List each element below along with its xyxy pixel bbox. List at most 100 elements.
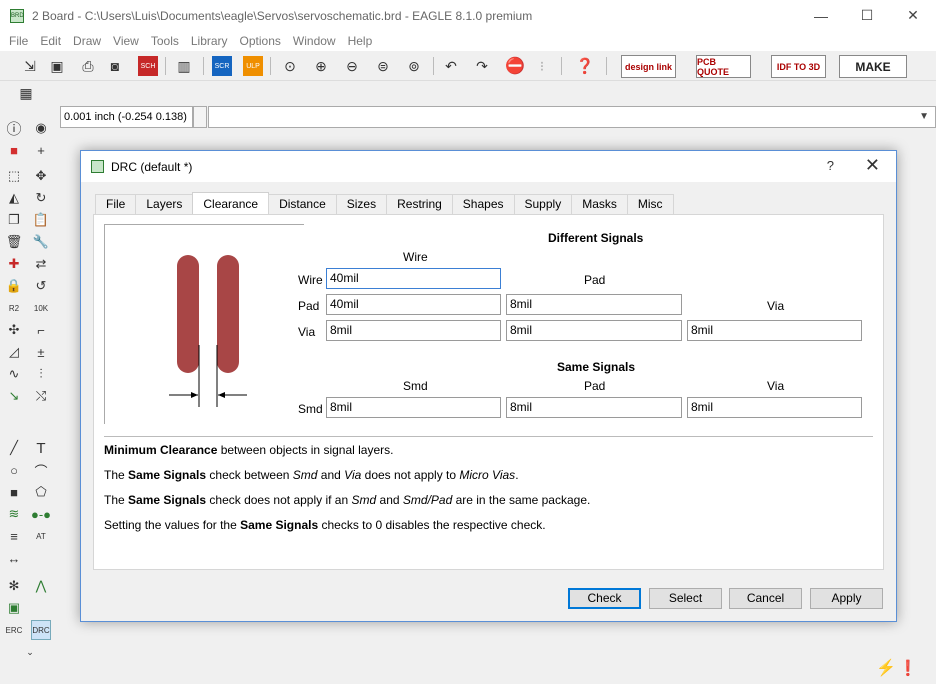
command-input[interactable]: ▼ — [208, 106, 936, 128]
menu-library[interactable]: Library — [186, 34, 233, 48]
tab-layers[interactable]: Layers — [135, 194, 194, 214]
menu-draw[interactable]: Draw — [68, 34, 106, 48]
warning-icon[interactable]: ❗ — [898, 658, 918, 678]
wire-icon[interactable]: ╱ — [4, 438, 24, 458]
smash-icon[interactable]: ✣ — [4, 320, 24, 340]
info-icon[interactable]: ⓘ — [4, 118, 24, 138]
copy-icon[interactable]: ❐ — [4, 210, 24, 230]
autorouter-icon[interactable]: ⤭ — [31, 386, 51, 406]
ripup-icon[interactable]: ± — [31, 342, 51, 362]
name-icon[interactable]: R2 — [4, 298, 24, 318]
circle-icon[interactable]: ○ — [4, 460, 24, 480]
split-icon[interactable]: ◿ — [4, 342, 24, 362]
meander-icon[interactable]: ∿ — [4, 364, 24, 384]
attribute-icon[interactable]: AT — [31, 526, 51, 546]
print-icon[interactable]: ⎙ — [78, 56, 98, 76]
wrench-icon[interactable]: 🔧 — [31, 232, 51, 252]
redo-icon[interactable]: ↷ — [472, 56, 492, 76]
tab-supply[interactable]: Supply — [513, 194, 573, 214]
menu-help[interactable]: Help — [343, 34, 378, 48]
value-icon[interactable]: 10K — [31, 298, 51, 318]
signal-icon[interactable]: ●‑● — [31, 504, 51, 524]
pad-wire-field[interactable]: 40mil — [326, 294, 501, 315]
menu-edit[interactable]: Edit — [35, 34, 66, 48]
hole-icon[interactable]: ≡ — [4, 526, 24, 546]
zoom-fit-icon[interactable]: ⊙ — [280, 56, 300, 76]
layer-icon[interactable]: ▣ — [4, 598, 24, 618]
maximize-button[interactable]: ☐ — [844, 0, 890, 31]
mark-icon[interactable]: + — [31, 140, 51, 160]
erc-icon[interactable]: ERC — [4, 620, 24, 640]
minimize-button[interactable]: — — [798, 0, 844, 31]
menu-file[interactable]: File — [4, 34, 33, 48]
dialog-help-button[interactable]: ? — [827, 158, 834, 173]
apply-button[interactable]: Apply — [810, 588, 883, 609]
autoroute-icon[interactable]: ⋀ — [31, 576, 51, 596]
show-icon[interactable]: ◉ — [31, 118, 51, 138]
check-button[interactable]: Check — [568, 588, 641, 609]
rectangle-icon[interactable]: ■ — [4, 482, 24, 502]
idf-to-3d-button[interactable]: IDF TO 3D — [771, 55, 826, 78]
menu-tools[interactable]: Tools — [146, 34, 184, 48]
zoom-select-icon[interactable]: ⊚ — [404, 56, 424, 76]
cam-icon[interactable]: ◙ — [105, 56, 125, 76]
horizontal-scrollbar[interactable] — [60, 637, 936, 654]
sch-brd-switch-icon[interactable]: SCH — [138, 56, 158, 76]
drc-icon[interactable]: DRC — [31, 620, 51, 640]
move-icon[interactable]: ✥ — [31, 166, 51, 186]
chevron-down-icon[interactable]: ▼ — [919, 111, 929, 122]
library-icon[interactable]: ▥ — [174, 56, 194, 76]
tab-sizes[interactable]: Sizes — [335, 194, 388, 214]
route-diff-icon[interactable]: ⫶ — [31, 364, 51, 384]
menu-options[interactable]: Options — [235, 34, 286, 48]
arc-icon[interactable]: ⌒ — [31, 460, 51, 480]
pad-pad-field[interactable]: 8mil — [506, 294, 682, 315]
zoom-out-icon[interactable]: ⊖ — [342, 56, 362, 76]
wire-wire-field[interactable]: 40mil — [326, 268, 501, 289]
select-button[interactable]: Select — [649, 588, 722, 609]
ratsnest-icon[interactable]: ✻ — [4, 576, 24, 596]
tab-clearance[interactable]: Clearance — [192, 192, 270, 214]
help-icon[interactable]: ❓ — [575, 56, 595, 76]
save-icon[interactable]: ▣ — [47, 56, 67, 76]
smd-via-field[interactable]: 8mil — [687, 397, 862, 418]
tab-file[interactable]: File — [95, 194, 137, 214]
via-pad-field[interactable]: 8mil — [506, 320, 682, 341]
script-icon[interactable]: SCR — [212, 56, 232, 76]
ulp-icon[interactable]: ULP — [243, 56, 263, 76]
text-icon[interactable]: T — [31, 438, 51, 458]
via-via-field[interactable]: 8mil — [687, 320, 862, 341]
menu-window[interactable]: Window — [288, 34, 341, 48]
replace-icon[interactable]: ⇄ — [31, 254, 51, 274]
design-link-button[interactable]: design link — [621, 55, 676, 78]
rotate-icon[interactable]: ↻ — [31, 188, 51, 208]
via-wire-field[interactable]: 8mil — [326, 320, 501, 341]
smd-smd-field[interactable]: 8mil — [326, 397, 501, 418]
add-icon[interactable]: ✚ — [4, 254, 24, 274]
via-icon[interactable]: ≋ — [4, 504, 24, 524]
zoom-in-icon[interactable]: ⊕ — [311, 56, 331, 76]
cancel-button[interactable]: Cancel — [729, 588, 802, 609]
pcb-quote-button[interactable]: PCB QUOTE — [696, 55, 751, 78]
tab-masks[interactable]: Masks — [571, 194, 628, 214]
optimize-icon[interactable]: ↺ — [31, 276, 51, 296]
miter-icon[interactable]: ⌐ — [31, 320, 51, 340]
route-icon[interactable]: ↘ — [4, 386, 24, 406]
paste-icon[interactable]: 📋 — [31, 210, 51, 230]
tab-restring[interactable]: Restring — [386, 194, 453, 214]
menu-view[interactable]: View — [108, 34, 144, 48]
smd-pad-field[interactable]: 8mil — [506, 397, 682, 418]
lightning-icon[interactable]: ⚡ — [876, 658, 896, 678]
dialog-close-button[interactable]: ✕ — [865, 155, 880, 176]
go-icon[interactable]: ⁝ — [532, 56, 552, 76]
dimension-icon[interactable]: ↔ — [4, 548, 24, 568]
make-button[interactable]: MAKE — [839, 55, 907, 78]
open-icon[interactable]: ⇲ — [20, 56, 40, 76]
group-icon[interactable]: ⬚ — [4, 166, 24, 186]
lock-icon[interactable]: 🔒 — [4, 276, 24, 296]
zoom-redraw-icon[interactable]: ⊜ — [373, 56, 393, 76]
mirror-icon[interactable]: ◭ — [4, 188, 24, 208]
tab-shapes[interactable]: Shapes — [451, 194, 515, 214]
close-window-button[interactable]: ✕ — [890, 0, 936, 31]
tab-misc[interactable]: Misc — [626, 194, 674, 214]
